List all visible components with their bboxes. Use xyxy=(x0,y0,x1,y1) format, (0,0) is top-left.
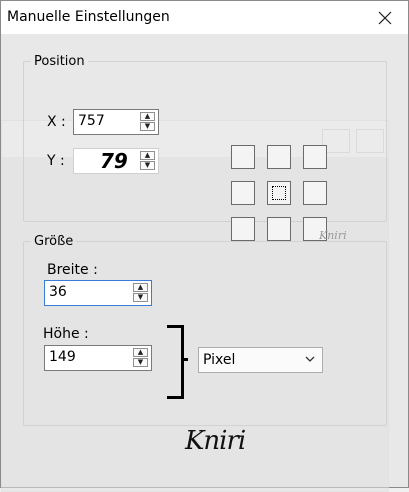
up-arrow-icon: ▲ xyxy=(144,112,151,120)
size-legend: Größe xyxy=(34,234,74,249)
unit-select[interactable]: Pixel xyxy=(198,347,323,373)
window-title: Manuelle Einstellungen xyxy=(7,9,170,25)
y-decrement-button[interactable]: ▼ xyxy=(140,161,155,170)
anchor-middle-left[interactable] xyxy=(231,181,255,205)
down-arrow-icon: ▼ xyxy=(137,293,144,301)
y-value: 79 xyxy=(100,149,128,173)
link-brace-tip xyxy=(181,358,188,361)
link-brace-icon xyxy=(167,325,184,399)
down-arrow-icon: ▼ xyxy=(144,161,151,169)
height-value: 149 xyxy=(49,349,76,365)
height-spinbox[interactable]: 149 ▲ ▼ xyxy=(44,345,152,371)
up-arrow-icon: ▲ xyxy=(144,151,151,159)
y-label: Y : xyxy=(47,153,65,169)
width-decrement-button[interactable]: ▼ xyxy=(133,293,148,302)
width-spinbox[interactable]: 36 ▲ ▼ xyxy=(44,280,152,306)
position-legend: Position xyxy=(34,54,85,69)
anchor-middle-center[interactable] xyxy=(267,181,291,205)
height-increment-button[interactable]: ▲ xyxy=(133,348,148,357)
anchor-middle-right[interactable] xyxy=(303,181,327,205)
height-decrement-button[interactable]: ▼ xyxy=(133,358,148,367)
height-label: Höhe : xyxy=(43,326,89,342)
width-increment-button[interactable]: ▲ xyxy=(133,283,148,292)
down-arrow-icon: ▼ xyxy=(137,358,144,366)
up-arrow-icon: ▲ xyxy=(137,283,144,291)
dialog-content: Position X : 757 ▲ ▼ Y : 79 ▲ ▼ Kniri Gr… xyxy=(1,34,408,492)
x-spinbox[interactable]: 757 ▲ ▼ xyxy=(73,109,159,135)
y-spinbox[interactable]: 79 ▲ ▼ xyxy=(73,148,159,174)
dialog-window: Manuelle Einstellungen Position X : 757 … xyxy=(0,0,409,492)
unit-value: Pixel xyxy=(203,352,236,368)
width-label: Breite : xyxy=(47,262,98,278)
x-label: X : xyxy=(47,114,66,130)
kniri-logo: Kniri xyxy=(185,426,246,456)
anchor-top-center[interactable] xyxy=(267,145,291,169)
y-increment-button[interactable]: ▲ xyxy=(140,151,155,160)
close-button[interactable] xyxy=(362,1,408,34)
chevron-down-icon xyxy=(305,356,315,362)
anchor-top-left[interactable] xyxy=(231,145,255,169)
anchor-top-right[interactable] xyxy=(303,145,327,169)
x-decrement-button[interactable]: ▼ xyxy=(140,122,155,131)
width-value: 36 xyxy=(49,284,67,300)
x-increment-button[interactable]: ▲ xyxy=(140,112,155,121)
x-value: 757 xyxy=(78,113,105,129)
down-arrow-icon: ▼ xyxy=(144,122,151,130)
title-bar: Manuelle Einstellungen xyxy=(1,1,408,34)
position-group: Position xyxy=(23,54,387,222)
close-icon xyxy=(378,11,392,24)
up-arrow-icon: ▲ xyxy=(137,348,144,356)
